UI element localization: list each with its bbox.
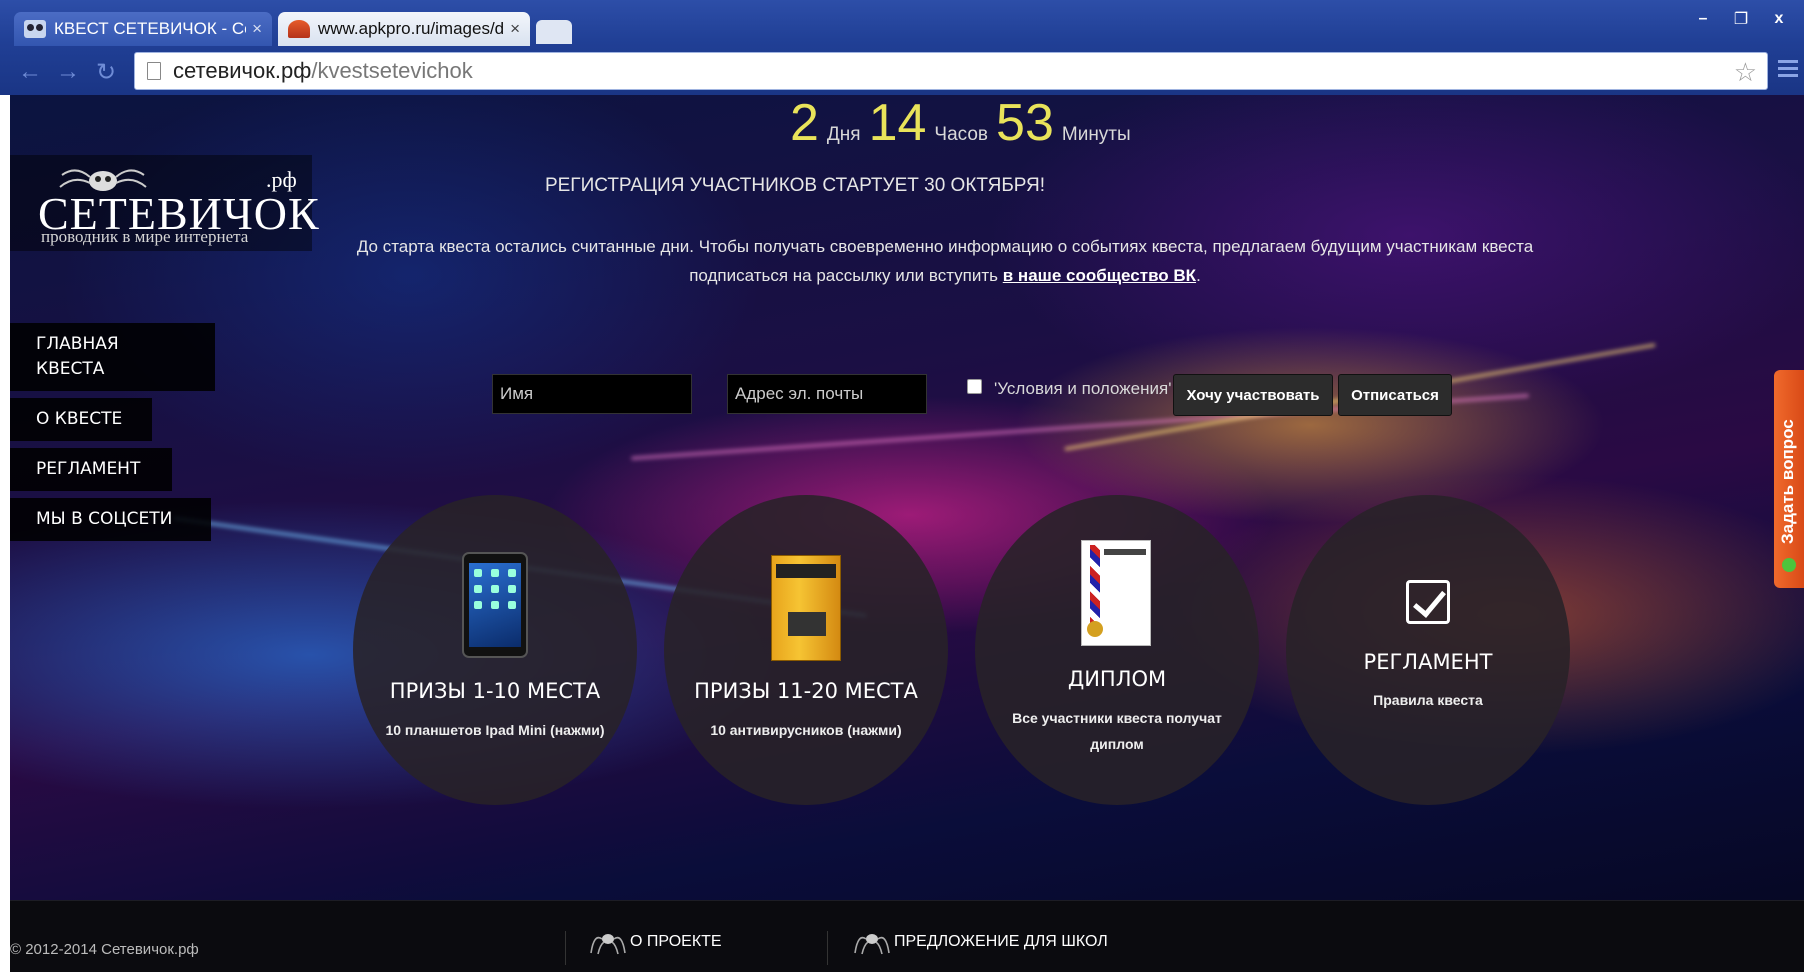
footer-link-label: ПРЕДЛОЖЕНИЕ ДЛЯ ШКОЛ: [894, 933, 1108, 950]
tab-title: КВЕСТ СЕТЕВИЧОК - Сет: [54, 19, 247, 38]
card-title: РЕГЛАМЕНТ: [1363, 650, 1493, 674]
email-input[interactable]: Адрес эл. почты: [727, 374, 927, 414]
prize-11-20-card[interactable]: ПРИЗЫ 11-20 МЕСТА 10 антивирусников (наж…: [664, 495, 948, 805]
name-input[interactable]: Имя: [492, 374, 692, 414]
nav-item-main[interactable]: ГЛАВНАЯ КВЕСТА: [10, 323, 215, 391]
ipad-icon: [462, 552, 528, 658]
house-favicon-icon: [288, 20, 310, 38]
forward-arrow-icon[interactable]: →: [56, 58, 80, 86]
tab-strip: КВЕСТ СЕТЕВИЧОК - Сет × www.apkpro.ru/im…: [0, 0, 1804, 46]
countdown-hours-label: Часов: [934, 124, 989, 145]
antivirus-box-icon: [771, 555, 841, 661]
intro-body: До старта квеста остались считанные дни.…: [356, 237, 1534, 285]
divider: [827, 931, 828, 965]
tab-close-icon[interactable]: ×: [252, 19, 262, 39]
nav-item-about[interactable]: О КВЕСТЕ: [10, 398, 152, 441]
ask-question-tab[interactable]: Задать вопрос: [1774, 370, 1804, 588]
side-navigation: ГЛАВНАЯ КВЕСТА О КВЕСТЕ РЕГЛАМЕНТ МЫ В С…: [10, 323, 215, 548]
ask-question-label: Задать вопрос: [1778, 419, 1797, 544]
countdown-days-label: Дня: [826, 124, 861, 145]
footer-link-schools[interactable]: ПРЕДЛОЖЕНИЕ ДЛЯ ШКОЛ: [854, 929, 1108, 955]
site-logo[interactable]: .рф СЕТЕВИЧОК проводник в мире интернета: [10, 155, 319, 251]
owl-favicon-icon: [24, 20, 46, 38]
reload-icon[interactable]: ↻: [96, 58, 116, 87]
participate-button[interactable]: Хочу участвовать: [1173, 374, 1333, 416]
window-controls: – ❐ x: [1684, 8, 1798, 30]
close-window-button[interactable]: x: [1760, 8, 1798, 30]
divider: [565, 931, 566, 965]
page-icon: [147, 62, 161, 80]
rules-card[interactable]: РЕГЛАМЕНТ Правила квеста: [1286, 495, 1570, 805]
diploma-card[interactable]: ДИПЛОМ Все участники квеста получат дипл…: [975, 495, 1259, 805]
unsubscribe-button[interactable]: Отписаться: [1338, 374, 1452, 416]
url-path: /kvestsetevichok: [311, 58, 473, 83]
tab-title: www.apkpro.ru/images/d: [318, 19, 505, 38]
diploma-icon: [1081, 540, 1151, 646]
terms-label[interactable]: 'Условия и положения': [994, 379, 1171, 399]
page-viewport: 2 Дня 14 Часов 53 Минуты РЕГИСТРАЦИЯ УЧА…: [10, 95, 1804, 972]
tab-close-icon[interactable]: ×: [510, 19, 520, 39]
prize-1-10-card[interactable]: ПРИЗЫ 1-10 МЕСТА 10 планшетов Ipad Mini …: [353, 495, 637, 805]
browser-chrome: КВЕСТ СЕТЕВИЧОК - Сет × www.apkpro.ru/im…: [0, 0, 1804, 95]
minimize-button[interactable]: –: [1684, 8, 1722, 30]
address-bar[interactable]: сетевичок.рф/kvestsetevichok ☆: [134, 52, 1768, 90]
menu-icon[interactable]: [1778, 56, 1798, 81]
footer-link-label: О ПРОЕКТЕ: [630, 933, 722, 950]
countdown-minutes-label: Минуты: [1061, 124, 1131, 145]
copyright: © 2012-2014 Сетевичок.рф: [10, 941, 199, 958]
nav-item-rules[interactable]: РЕГЛАМЕНТ: [10, 448, 172, 491]
logo-tagline: проводник в мире интернета: [41, 227, 249, 246]
url-host: сетевичок.рф: [173, 58, 312, 83]
card-title: ДИПЛОМ: [1067, 667, 1167, 691]
intro-end: .: [1196, 266, 1201, 285]
spider-icon: [590, 934, 626, 955]
countdown-minutes: 53: [996, 95, 1054, 152]
online-status-icon: [1782, 558, 1796, 572]
vk-community-link[interactable]: в наше сообщество ВК: [1003, 266, 1196, 285]
restore-button[interactable]: ❐: [1722, 8, 1760, 30]
tab-apkpro[interactable]: www.apkpro.ru/images/d ×: [278, 12, 530, 46]
countdown-days: 2: [790, 95, 819, 152]
countdown-hours: 14: [868, 95, 927, 152]
spider-icon: [854, 934, 890, 955]
intro-text: До старта квеста остались считанные дни.…: [310, 232, 1580, 290]
countdown: 2 Дня 14 Часов 53 Минуты: [790, 97, 1139, 149]
card-description: 10 планшетов Ipad Mini (нажми): [385, 722, 605, 738]
terms-checkbox[interactable]: [967, 379, 982, 394]
new-tab-button[interactable]: [536, 20, 572, 44]
card-title: ПРИЗЫ 1-10 МЕСТА: [389, 679, 601, 703]
card-description: 10 антивирусников (нажми): [710, 722, 902, 738]
bookmark-star-icon[interactable]: ☆: [1734, 57, 1757, 88]
card-description: Все участники квеста получат диплом: [1012, 710, 1222, 752]
tab-kvest[interactable]: КВЕСТ СЕТЕВИЧОК - Сет ×: [14, 12, 272, 46]
nav-item-social[interactable]: МЫ В СОЦСЕТИ: [10, 498, 211, 541]
checkbox-icon: [1406, 580, 1450, 624]
card-description: Правила квеста: [1373, 692, 1483, 708]
footer-link-about[interactable]: О ПРОЕКТЕ: [590, 929, 722, 955]
card-title: ПРИЗЫ 11-20 МЕСТА: [694, 679, 918, 703]
browser-toolbar: ← → ↻ сетевичок.рф/kvestsetevichok ☆: [0, 46, 1804, 95]
footer: © 2012-2014 Сетевичок.рф О ПРОЕКТЕ ПРЕДЛ…: [10, 900, 1804, 972]
back-arrow-icon[interactable]: ←: [18, 58, 42, 86]
